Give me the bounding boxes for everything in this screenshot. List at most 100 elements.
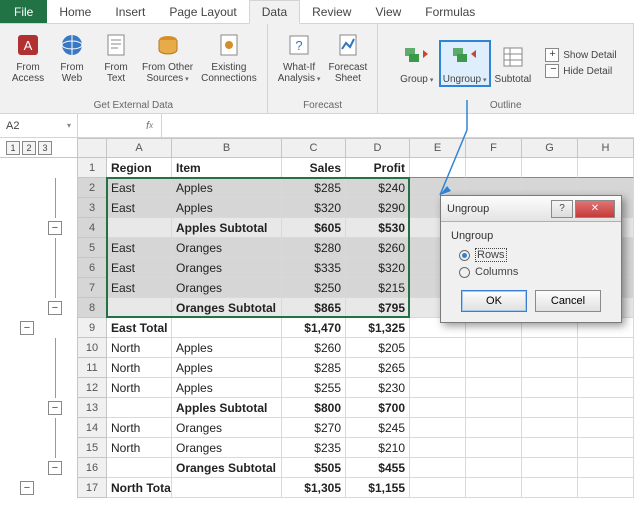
cell[interactable]: Sales xyxy=(282,158,346,178)
outline-collapse-button[interactable]: − xyxy=(48,221,62,235)
forecast-sheet-button[interactable]: ForecastSheet xyxy=(324,28,371,86)
row-header[interactable]: 5 xyxy=(77,238,107,258)
cell[interactable]: East xyxy=(107,198,172,218)
cell[interactable]: $505 xyxy=(282,458,346,478)
cell[interactable]: Oranges xyxy=(172,438,282,458)
subtotal-button[interactable]: Subtotal xyxy=(491,40,536,87)
col-header-G[interactable]: G xyxy=(522,138,578,158)
cell[interactable] xyxy=(466,418,522,438)
cell[interactable]: Oranges xyxy=(172,418,282,438)
select-all-corner[interactable] xyxy=(77,138,107,158)
cell[interactable]: Apples xyxy=(172,358,282,378)
tab-page-layout[interactable]: Page Layout xyxy=(157,0,248,23)
row-header[interactable]: 6 xyxy=(77,258,107,278)
table-row[interactable]: 15NorthOranges$235$210 xyxy=(77,438,634,458)
tab-formulas[interactable]: Formulas xyxy=(413,0,487,23)
cell[interactable] xyxy=(107,458,172,478)
show-detail-button[interactable]: +Show Detail xyxy=(541,47,616,63)
cell[interactable]: $320 xyxy=(346,258,410,278)
cell[interactable] xyxy=(172,318,282,338)
cell[interactable]: North xyxy=(107,438,172,458)
cell[interactable]: $605 xyxy=(282,218,346,238)
row-header[interactable]: 2 xyxy=(77,178,107,198)
cell[interactable]: $230 xyxy=(346,378,410,398)
cell[interactable]: $240 xyxy=(346,178,410,198)
row-header[interactable]: 11 xyxy=(77,358,107,378)
cell[interactable]: Oranges xyxy=(172,238,282,258)
row-header[interactable]: 13 xyxy=(77,398,107,418)
cell[interactable]: $250 xyxy=(282,278,346,298)
from-web-button[interactable]: FromWeb xyxy=(50,28,94,86)
cell[interactable]: $1,470 xyxy=(282,318,346,338)
cell[interactable] xyxy=(410,358,466,378)
cell[interactable]: Region xyxy=(107,158,172,178)
fx-icon[interactable]: fx xyxy=(138,114,162,137)
cell[interactable]: $245 xyxy=(346,418,410,438)
cell[interactable] xyxy=(522,438,578,458)
cell[interactable]: Oranges Subtotal xyxy=(172,458,282,478)
from-text-button[interactable]: FromText xyxy=(94,28,138,86)
cell[interactable]: $260 xyxy=(282,338,346,358)
cell[interactable]: $215 xyxy=(346,278,410,298)
cell[interactable]: Apples Subtotal xyxy=(172,218,282,238)
cell[interactable] xyxy=(578,358,634,378)
cell[interactable]: $235 xyxy=(282,438,346,458)
close-button[interactable]: ✕ xyxy=(575,200,615,218)
outline-collapse-button[interactable]: − xyxy=(48,401,62,415)
cell[interactable] xyxy=(410,478,466,498)
cell[interactable]: $1,305 xyxy=(282,478,346,498)
table-row[interactable]: 12NorthApples$255$230 xyxy=(77,378,634,398)
cell[interactable] xyxy=(522,458,578,478)
row-header[interactable]: 8 xyxy=(77,298,107,318)
cell[interactable]: North xyxy=(107,338,172,358)
cell[interactable] xyxy=(578,458,634,478)
cell[interactable] xyxy=(466,438,522,458)
cell[interactable]: $530 xyxy=(346,218,410,238)
cell[interactable] xyxy=(522,398,578,418)
cell[interactable]: East xyxy=(107,278,172,298)
cell[interactable]: East xyxy=(107,258,172,278)
cell[interactable] xyxy=(578,418,634,438)
cell[interactable]: $800 xyxy=(282,398,346,418)
cell[interactable] xyxy=(578,158,634,178)
col-header-F[interactable]: F xyxy=(466,138,522,158)
cell[interactable] xyxy=(522,378,578,398)
table-row[interactable]: 1RegionItemSalesProfit xyxy=(77,158,634,178)
row-header[interactable]: 9 xyxy=(77,318,107,338)
row-header[interactable]: 15 xyxy=(77,438,107,458)
cell[interactable] xyxy=(578,378,634,398)
cell[interactable]: $280 xyxy=(282,238,346,258)
cell[interactable]: $700 xyxy=(346,398,410,418)
cell[interactable]: East Total xyxy=(107,318,172,338)
cell[interactable] xyxy=(410,458,466,478)
cancel-button[interactable]: Cancel xyxy=(535,290,601,312)
row-header[interactable]: 4 xyxy=(77,218,107,238)
table-row[interactable]: 11NorthApples$285$265 xyxy=(77,358,634,378)
hide-detail-button[interactable]: −Hide Detail xyxy=(541,63,616,79)
cell[interactable]: $285 xyxy=(282,178,346,198)
help-button[interactable]: ? xyxy=(551,200,573,218)
cell[interactable]: Profit xyxy=(346,158,410,178)
tab-file[interactable]: File xyxy=(0,0,47,23)
cell[interactable]: Oranges Subtotal xyxy=(172,298,282,318)
cell[interactable]: East xyxy=(107,238,172,258)
from-access-button[interactable]: AFromAccess xyxy=(6,28,50,86)
col-header-H[interactable]: H xyxy=(578,138,634,158)
cell[interactable]: North xyxy=(107,378,172,398)
outline-level-2[interactable]: 2 xyxy=(22,141,36,155)
cell[interactable] xyxy=(466,458,522,478)
cell[interactable]: Apples xyxy=(172,338,282,358)
table-row[interactable]: 16Oranges Subtotal$505$455 xyxy=(77,458,634,478)
cell[interactable] xyxy=(522,338,578,358)
cell[interactable] xyxy=(466,358,522,378)
ok-button[interactable]: OK xyxy=(461,290,527,312)
ungroup-button[interactable]: Ungroup xyxy=(439,40,491,87)
outline-collapse-button[interactable]: − xyxy=(20,321,34,335)
cell[interactable] xyxy=(107,398,172,418)
cell[interactable] xyxy=(107,218,172,238)
cell[interactable]: North Total xyxy=(107,478,172,498)
cell[interactable] xyxy=(410,438,466,458)
cell[interactable]: Apples Subtotal xyxy=(172,398,282,418)
cell[interactable] xyxy=(172,478,282,498)
row-header[interactable]: 3 xyxy=(77,198,107,218)
